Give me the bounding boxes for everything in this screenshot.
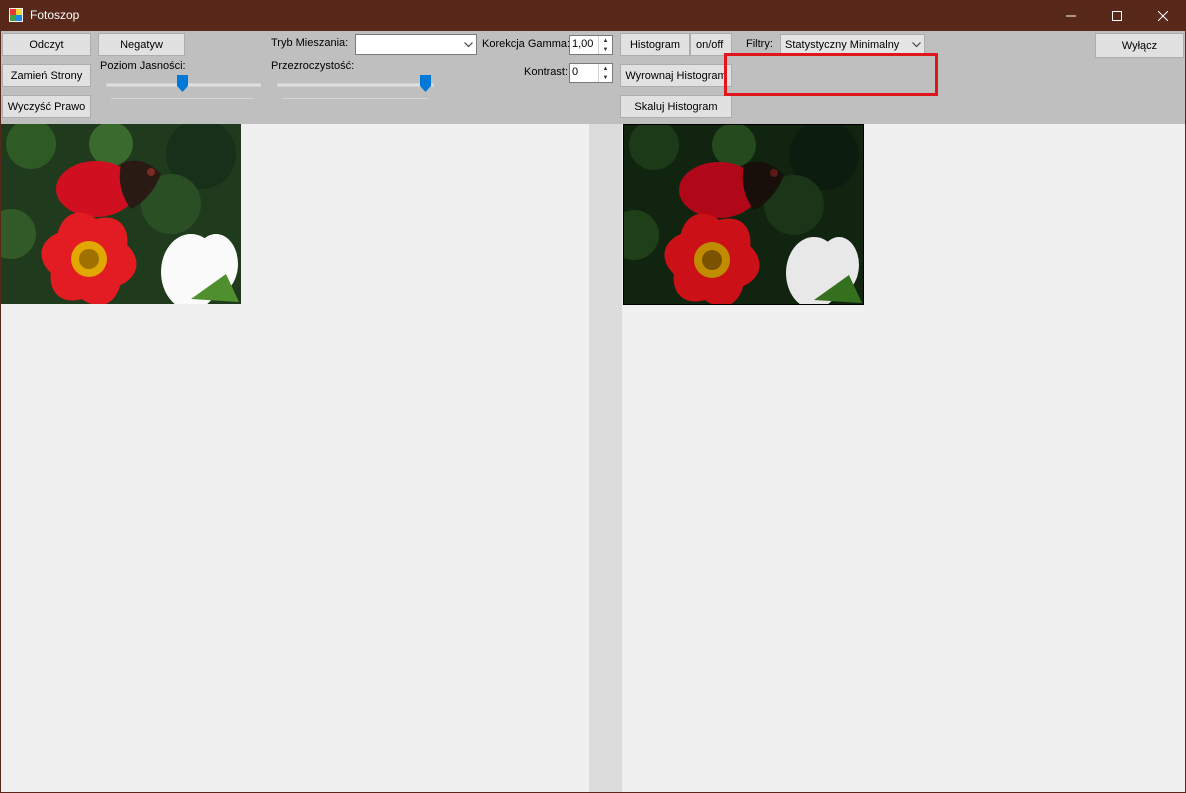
highlight-box (724, 53, 938, 96)
swap-sides-button[interactable]: Zamień Strony (2, 64, 91, 87)
filters-value: Statystyczny Minimalny (785, 39, 900, 51)
brightness-slider-ticks (111, 98, 254, 99)
gamma-value: 1,00 (572, 38, 594, 50)
maximize-icon (1112, 10, 1122, 21)
flower-photo-filtered-darker[interactable] (623, 124, 864, 305)
right-image-panel (622, 124, 1185, 792)
transparency-label: Przezroczystość: (271, 60, 355, 72)
chevron-down-icon (908, 42, 924, 48)
contrast-value: 0 (572, 66, 579, 78)
maximize-button[interactable] (1094, 0, 1140, 31)
blend-mode-select[interactable] (355, 34, 477, 55)
flower-photo-original[interactable] (1, 124, 241, 304)
negative-button[interactable]: Negatyw (98, 33, 185, 56)
spin-down-icon[interactable]: ▼ (599, 45, 612, 54)
transparency-slider-track (277, 83, 434, 87)
minimize-button[interactable] (1048, 0, 1094, 31)
contrast-label: Kontrast: (524, 66, 569, 78)
histogram-button[interactable]: Histogram (620, 33, 690, 56)
equalize-histogram-button[interactable]: Wyrownaj Histogram (620, 64, 732, 87)
gamma-spinbox[interactable]: 1,00 ▲ ▼ (569, 35, 613, 55)
panel-splitter[interactable] (589, 124, 622, 792)
brightness-slider[interactable] (106, 75, 261, 101)
exit-button[interactable]: Wyłącz (1095, 33, 1184, 58)
spin-up-icon[interactable]: ▲ (599, 64, 612, 73)
spin-up-icon[interactable]: ▲ (599, 36, 612, 45)
chevron-down-icon (460, 41, 476, 48)
brightness-slider-thumb[interactable] (177, 75, 188, 92)
close-button[interactable] (1140, 0, 1186, 31)
odczyt-button[interactable]: Odczyt (2, 33, 91, 56)
transparency-slider-thumb[interactable] (420, 75, 431, 92)
close-icon (1158, 10, 1168, 21)
transparency-slider[interactable] (277, 75, 434, 101)
clear-right-button[interactable]: Wyczyść Prawo (2, 95, 91, 118)
paint-app-icon (9, 8, 23, 22)
filters-label: Filtry: (746, 38, 773, 50)
window-title: Fotoszop (30, 8, 80, 22)
minimize-icon (1066, 15, 1076, 16)
brightness-label: Poziom Jasności: (100, 60, 186, 72)
transparency-slider-ticks (282, 98, 428, 99)
blend-mode-label: Tryb Mieszania: (271, 37, 349, 49)
title-bar: Fotoszop (0, 0, 1186, 31)
scale-histogram-button[interactable]: Skaluj Histogram (620, 95, 732, 118)
contrast-spinbox[interactable]: 0 ▲ ▼ (569, 63, 613, 83)
gamma-label: Korekcja Gamma: (482, 38, 571, 50)
spin-down-icon[interactable]: ▼ (599, 73, 612, 82)
toolbar: Odczyt Zamień Strony Wyczyść Prawo Negat… (1, 31, 1185, 124)
left-image-panel (1, 124, 589, 792)
